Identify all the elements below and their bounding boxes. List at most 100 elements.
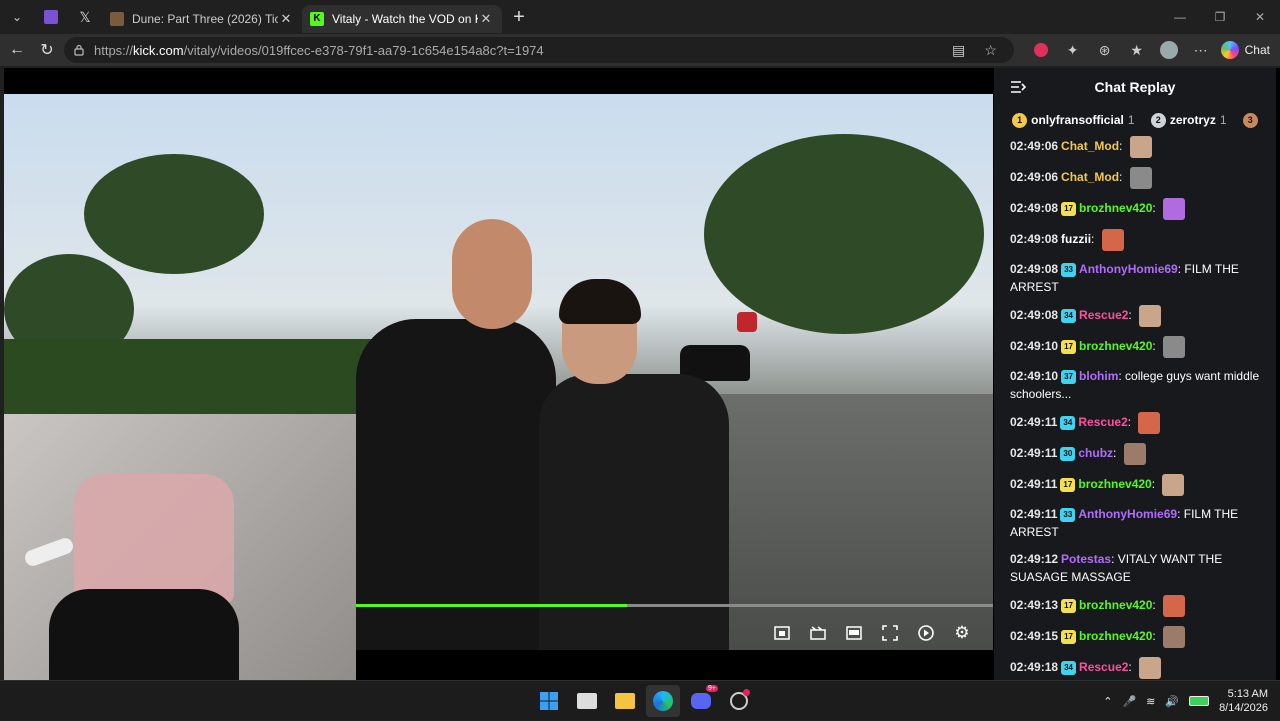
message-username[interactable]: blohim [1079,369,1118,383]
refresh-icon[interactable]: ↻ [32,35,62,65]
message-username[interactable]: brozhnev420 [1078,477,1151,491]
message-username[interactable]: Chat_Mod [1061,170,1119,184]
widescreen-icon[interactable] [843,622,865,644]
chat-message: 02:49:06 Chat_Mod: [1010,136,1268,158]
theater-icon[interactable] [807,622,829,644]
leaderboard-entry[interactable]: 3 [1242,112,1258,128]
subscriber-badge-icon: 33 [1060,507,1076,522]
emote-icon [1138,412,1161,434]
window-controls: — ❐ ✕ [1160,0,1280,34]
chat-message: 02:49:12 Potestas: VITALY WANT THE SUASAG… [1010,550,1268,586]
chat-messages: 02:49:06 Chat_Mod: 02:49:06 Chat_Mod: 02:4… [1010,136,1268,719]
leaderboard-entry[interactable]: 2 zerotryz 1 [1150,112,1227,128]
message-username[interactable]: Rescue2 [1078,415,1127,429]
copilot-chat-button[interactable]: Chat [1217,41,1280,59]
miniplayer-icon[interactable] [771,622,793,644]
url-host: kick.com [133,42,184,58]
clip-icon[interactable] [915,622,937,644]
twitch-tab[interactable] [34,0,68,34]
subscriber-badge-icon: 34 [1060,416,1076,430]
leaderboard-entry[interactable]: 1 onlyfransofficial 1 [1012,112,1135,128]
close-tab-icon[interactable]: ✕ [278,11,294,27]
leaderboard-user: zerotryz [1169,113,1216,127]
message-colon: : [1119,170,1126,185]
favorites-bar-icon[interactable]: ★ [1121,34,1153,66]
collapse-chat-icon[interactable] [1010,79,1026,95]
message-username[interactable]: AnthonyHomie69 [1079,262,1178,276]
message-username[interactable]: brozhnev420 [1079,339,1152,353]
wifi-icon[interactable]: ≋ [1146,695,1155,708]
message-username[interactable]: chubz [1078,446,1113,460]
folder-icon[interactable] [608,685,642,717]
close-window-icon[interactable]: ✕ [1240,0,1280,34]
extensions-icon[interactable]: ✦ [1057,34,1089,66]
profile-icon[interactable] [1153,34,1185,66]
windows-start-icon[interactable] [532,685,566,717]
chat-message: 02:49:13 17 brozhnev420: [1010,595,1268,617]
progress-fill [356,604,627,607]
volume-icon[interactable]: 🔊 [1165,695,1179,708]
message-username[interactable]: Potestas [1061,552,1111,566]
chat-scrollbar[interactable] [1272,138,1276,668]
chevron-up-icon[interactable]: ⌃ [1103,695,1112,708]
message-username[interactable]: Rescue2 [1079,660,1128,674]
player-controls: ⚙ [356,617,993,649]
clock[interactable]: 5:13 AM 8/14/2026 [1219,687,1268,715]
message-timestamp: 02:49:06 [1010,170,1059,185]
message-timestamp: 02:49:08 [1010,201,1059,216]
message-username[interactable]: Chat_Mod [1061,139,1119,153]
emote-icon [1163,198,1186,220]
url-field[interactable]: https://kick.com/vitaly/videos/019ffcec-… [64,37,1014,63]
message-colon: : [1091,232,1098,247]
edge-icon[interactable] [646,685,680,717]
favorite-icon[interactable]: ☆ [975,34,1007,66]
kick-favicon-icon: K [310,12,324,26]
extension-icon[interactable] [1025,34,1057,66]
more-icon[interactable]: ⋯ [1185,34,1217,66]
tab-menu-icon[interactable]: ⌄ [0,0,34,34]
windows-taskbar: 9+ ⌃ 🎤 ≋ 🔊 5:13 AM 8/14/2026 [0,680,1280,720]
new-tab-button[interactable]: + [502,6,536,29]
emote-icon [1139,657,1162,679]
chat-message: 02:49:11 30 chubz: [1010,443,1268,465]
message-username[interactable]: brozhnev420 [1079,201,1152,215]
message-username[interactable]: brozhnev420 [1079,629,1152,643]
reader-icon[interactable]: ▤ [943,34,975,66]
settings-icon[interactable]: ⚙ [951,622,973,644]
microphone-icon[interactable]: 🎤 [1122,695,1136,708]
tab-title: Dune: Part Three (2026) Tickets & [132,12,278,26]
chat-message: 02:49:18 34 Rescue2: [1010,657,1268,679]
message-username[interactable]: Rescue2 [1079,308,1128,322]
minimize-icon[interactable]: — [1160,0,1200,34]
tab-kick[interactable]: K Vitaly - Watch the VOD on Kick ✕ [302,5,502,33]
chat-message: 02:49:06 Chat_Mod: [1010,167,1268,189]
chat-message: 02:49:11 33 AnthonyHomie69: FILM THE ARRES… [1010,505,1268,541]
discord-icon[interactable]: 9+ [684,685,718,717]
x-tab[interactable]: 𝕏 [68,0,102,34]
fullscreen-icon[interactable] [879,622,901,644]
message-username[interactable]: brozhnev420 [1079,598,1152,612]
collections-icon[interactable]: ⊛ [1089,34,1121,66]
file-explorer-icon[interactable] [570,685,604,717]
maximize-icon[interactable]: ❐ [1200,0,1240,34]
close-tab-icon[interactable]: ✕ [478,11,494,27]
chat-message: 02:49:11 17 brozhnev420: [1010,474,1268,496]
battery-icon[interactable] [1189,696,1210,706]
tab-dune[interactable]: Dune: Part Three (2026) Tickets & ✕ [102,5,302,33]
progress-bar[interactable] [356,604,993,607]
webcam-overlay [4,414,356,720]
message-username[interactable]: fuzzii [1061,232,1091,246]
url-path: /vitaly/videos/019ffcec-e378-79f1-aa79-1… [183,42,544,58]
back-icon[interactable]: ← [2,35,32,65]
message-timestamp: 02:49:11 [1010,415,1058,430]
message-username[interactable]: AnthonyHomie69 [1078,507,1177,521]
emote-icon [1123,443,1146,465]
chat-message: 02:49:08 34 Rescue2: [1010,305,1268,327]
message-colon: : [1113,446,1120,461]
notification-app-icon[interactable] [722,685,756,717]
lock-icon[interactable] [72,43,86,57]
toolbar-icons: ▤ ☆ ✦ ⊛ ★ ⋯ Chat [943,34,1280,66]
clock-date: 8/14/2026 [1219,702,1268,714]
chat-message: 02:49:08 17 brozhnev420: [1010,198,1268,220]
chat-message: 02:49:08 33 AnthonyHomie69: FILM THE ARRES… [1010,260,1268,296]
